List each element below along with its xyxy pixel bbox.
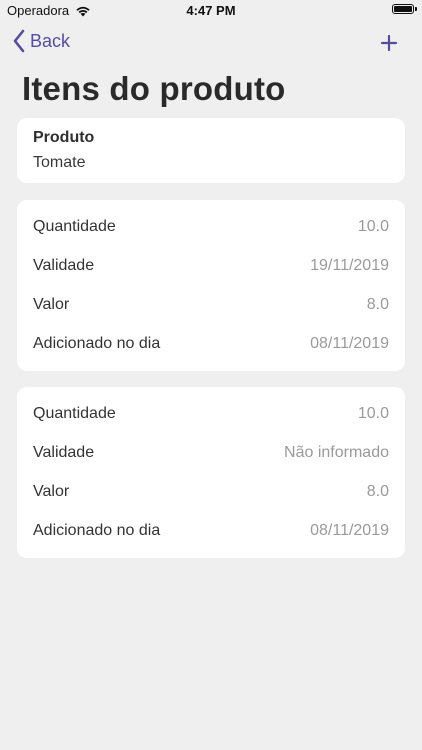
quantity-value: 10.0 — [357, 405, 389, 423]
product-value: Tomate — [33, 154, 86, 171]
product-label: Produto — [33, 129, 95, 146]
price-value: 8.0 — [366, 295, 389, 313]
item-card[interactable]: Quantidade 10.0 Validade 19/11/2019 Valo… — [17, 200, 405, 371]
back-label: Back — [30, 30, 71, 51]
expiry-value: Não informado — [284, 444, 389, 462]
price-row: Valor 8.0 — [33, 286, 389, 325]
price-value: 8.0 — [366, 482, 389, 500]
quantity-label: Quantidade — [33, 218, 116, 236]
added-date-row: Adicionado no dia 08/11/2019 — [33, 324, 389, 363]
added-date-value: 08/11/2019 — [310, 521, 389, 539]
plus-icon[interactable] — [378, 32, 400, 54]
back-button[interactable]: Back — [12, 28, 70, 54]
quantity-row: Quantidade 10.0 — [33, 208, 389, 247]
status-time: 4:47 PM — [186, 3, 236, 18]
quantity-row: Quantidade 10.0 — [33, 395, 389, 434]
added-date-value: 08/11/2019 — [310, 334, 389, 352]
expiry-row: Validade Não informado — [33, 434, 389, 473]
quantity-label: Quantidade — [33, 405, 116, 423]
expiry-value: 19/11/2019 — [310, 257, 389, 275]
added-date-row: Adicionado no dia 08/11/2019 — [33, 511, 389, 550]
price-label: Valor — [33, 482, 70, 500]
added-date-label: Adicionado no dia — [33, 521, 161, 539]
product-card: Produto Tomate — [17, 118, 405, 183]
expiry-label: Validade — [33, 257, 95, 275]
expiry-row: Validade 19/11/2019 — [33, 247, 389, 286]
navigation-bar: Back — [0, 26, 422, 62]
item-card[interactable]: Quantidade 10.0 Validade Não informado V… — [17, 387, 405, 558]
expiry-label: Validade — [33, 444, 95, 462]
status-bar: Operadora 4:47 PM — [0, 0, 422, 22]
battery-icon — [392, 4, 417, 14]
chevron-left-icon — [13, 29, 25, 53]
price-label: Valor — [33, 295, 70, 313]
price-row: Valor 8.0 — [33, 473, 389, 512]
quantity-value: 10.0 — [357, 218, 389, 236]
page-title: Itens do produto — [22, 70, 286, 107]
added-date-label: Adicionado no dia — [33, 334, 161, 352]
